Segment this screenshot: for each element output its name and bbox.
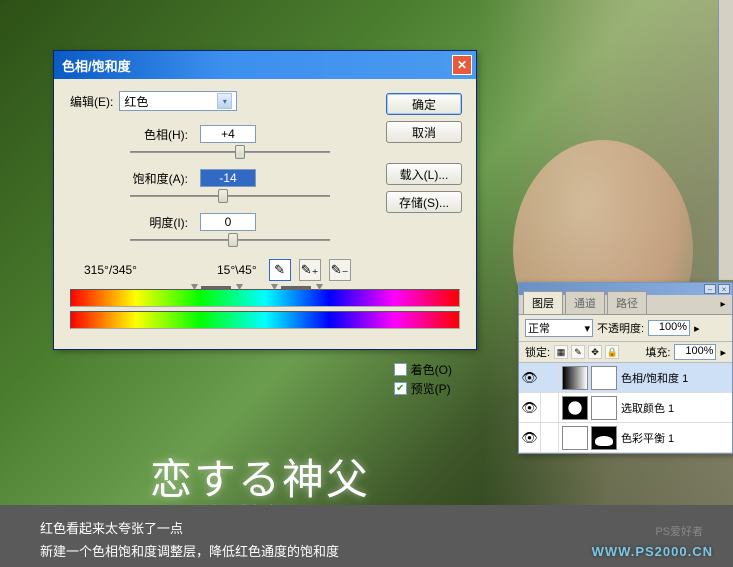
layer-row[interactable]: 👁 色彩平衡 1	[519, 423, 732, 453]
visibility-icon[interactable]: 👁	[519, 363, 541, 392]
movie-title: 恋する神父	[150, 446, 370, 507]
chevron-right-icon[interactable]: ▸	[720, 346, 726, 359]
lock-all-icon[interactable]: 🔒	[605, 345, 619, 359]
layer-list: 👁 色相/饱和度 1 👁 选取颜色 1 👁 色彩平衡 1	[519, 363, 732, 453]
collapsed-panels	[718, 0, 733, 280]
layer-name: 色相/饱和度 1	[621, 370, 688, 386]
dialog-title: 色相/饱和度	[62, 56, 452, 75]
link-column[interactable]	[541, 423, 559, 452]
mask-thumb[interactable]	[591, 366, 617, 390]
layer-name: 选取颜色 1	[621, 400, 674, 416]
load-button[interactable]: 载入(L)...	[386, 163, 462, 185]
tab-layers[interactable]: 图层	[523, 291, 563, 314]
close-button[interactable]: ✕	[452, 55, 472, 75]
hue-saturation-dialog: 色相/饱和度 ✕ 编辑(E): 红色 ▾ 色相(H): 饱和度(A):	[53, 50, 477, 350]
watermark-url: WWW.PS2000.CN	[592, 544, 713, 559]
saturation-slider[interactable]	[130, 189, 330, 203]
minimize-icon[interactable]: –	[704, 284, 716, 294]
link-column[interactable]	[541, 393, 559, 422]
colorize-label: 着色(O)	[411, 361, 452, 378]
saturation-label: 饱和度(A):	[70, 170, 200, 187]
hue-slider[interactable]	[130, 145, 330, 159]
eyedropper-add-icon[interactable]: ✎₊	[299, 259, 321, 281]
lock-label: 锁定:	[525, 344, 550, 360]
eyedropper-subtract-icon[interactable]: ✎₋	[329, 259, 351, 281]
eyedropper-icon[interactable]: ✎	[269, 259, 291, 281]
degree-range-left: 315°/345°	[84, 263, 137, 277]
mask-thumb[interactable]	[591, 426, 617, 450]
tab-paths[interactable]: 路径	[607, 291, 647, 314]
edit-value: 红色	[124, 93, 148, 110]
ok-button[interactable]: 确定	[386, 93, 462, 115]
colorize-checkbox[interactable]	[394, 363, 407, 376]
hue-label: 色相(H):	[70, 126, 200, 143]
tab-channels[interactable]: 通道	[565, 291, 605, 314]
visibility-icon[interactable]: 👁	[519, 393, 541, 422]
opacity-input[interactable]: 100%	[648, 320, 690, 336]
lightness-label: 明度(I):	[70, 214, 200, 231]
panel-menu-icon[interactable]: ▸	[716, 297, 730, 311]
fill-input[interactable]: 100%	[674, 344, 716, 360]
edit-dropdown[interactable]: 红色 ▾	[119, 91, 237, 111]
color-ramp-output	[70, 311, 460, 329]
lock-transparent-icon[interactable]: ▦	[554, 345, 568, 359]
lock-move-icon[interactable]: ✥	[588, 345, 602, 359]
chevron-down-icon: ▾	[584, 322, 590, 335]
hue-input[interactable]	[200, 125, 256, 143]
layers-panel: – × 图层 通道 路径 ▸ 正常 ▾ 不透明度: 100% ▸ 锁定: ▦ ✎…	[518, 282, 733, 454]
preview-label: 预览(P)	[411, 380, 451, 397]
lock-paint-icon[interactable]: ✎	[571, 345, 585, 359]
degree-range-right: 15°\45°	[217, 263, 257, 277]
close-icon[interactable]: ×	[718, 284, 730, 294]
layer-row[interactable]: 👁 色相/饱和度 1	[519, 363, 732, 393]
watermark-label: PS爱好者	[655, 523, 703, 539]
layer-row[interactable]: 👁 选取颜色 1	[519, 393, 732, 423]
adjustment-thumb[interactable]	[562, 366, 588, 390]
mask-thumb[interactable]	[591, 396, 617, 420]
edit-label: 编辑(E):	[70, 93, 113, 110]
lightness-slider[interactable]	[130, 233, 330, 247]
blend-mode-dropdown[interactable]: 正常 ▾	[525, 319, 593, 337]
chevron-right-icon[interactable]: ▸	[694, 322, 700, 335]
link-column[interactable]	[541, 363, 559, 392]
visibility-icon[interactable]: 👁	[519, 423, 541, 452]
dialog-titlebar[interactable]: 色相/饱和度 ✕	[54, 51, 476, 79]
layer-name: 色彩平衡 1	[621, 430, 674, 446]
caption-line-1: 红色看起来太夸张了一点	[40, 517, 693, 540]
color-ramp-input[interactable]	[70, 289, 460, 307]
fill-label: 填充:	[645, 344, 670, 360]
chevron-down-icon: ▾	[217, 93, 232, 109]
adjustment-thumb[interactable]	[562, 396, 588, 420]
preview-checkbox[interactable]: ✔	[394, 382, 407, 395]
adjustment-thumb[interactable]	[562, 426, 588, 450]
opacity-label: 不透明度:	[597, 320, 644, 336]
cancel-button[interactable]: 取消	[386, 121, 462, 143]
saturation-input[interactable]	[200, 169, 256, 187]
save-button[interactable]: 存储(S)...	[386, 191, 462, 213]
lightness-input[interactable]	[200, 213, 256, 231]
